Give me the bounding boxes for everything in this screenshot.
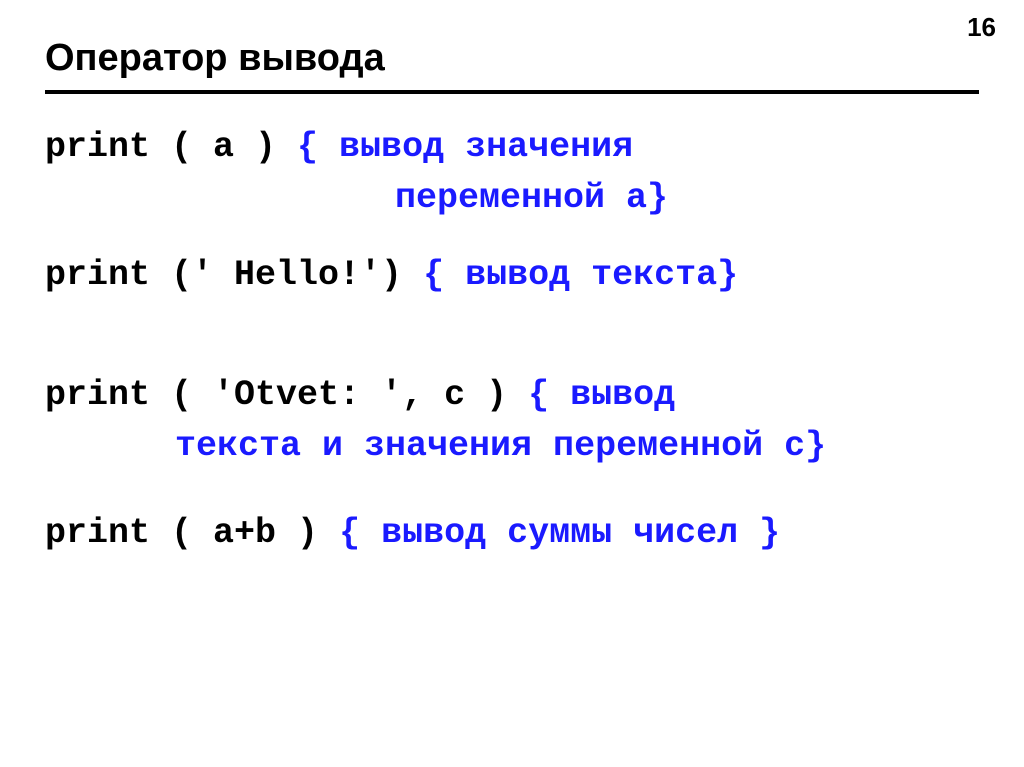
heading-divider	[45, 90, 979, 94]
code-text: print ( a+b )	[45, 513, 339, 553]
code-text: print (' Hello!')	[45, 255, 423, 295]
code-text: print ( a )	[45, 127, 297, 167]
code-line-1: print ( a ) { вывод значения переменной …	[45, 122, 979, 224]
code-line-4: print ( a+b ) { вывод суммы чисел }	[45, 508, 979, 559]
comment-text: текста и значения переменной c}	[175, 426, 826, 466]
comment-text: { вывод текста}	[423, 255, 738, 295]
code-text: print ( 'Otvet: ', c )	[45, 375, 528, 415]
comment-text: { вывод суммы чисел }	[339, 513, 780, 553]
comment-text: переменной a}	[395, 178, 668, 218]
page-number: 16	[967, 12, 996, 43]
comment-text: { вывод	[528, 375, 675, 415]
slide-heading: Оператор вывода	[45, 37, 979, 80]
code-line-3: print ( 'Otvet: ', c ) { вывод текста и …	[45, 370, 979, 472]
code-content: print ( a ) { вывод значения переменной …	[45, 122, 979, 559]
comment-text: { вывод значения	[297, 127, 633, 167]
code-line-2: print (' Hello!') { вывод текста}	[45, 250, 979, 301]
